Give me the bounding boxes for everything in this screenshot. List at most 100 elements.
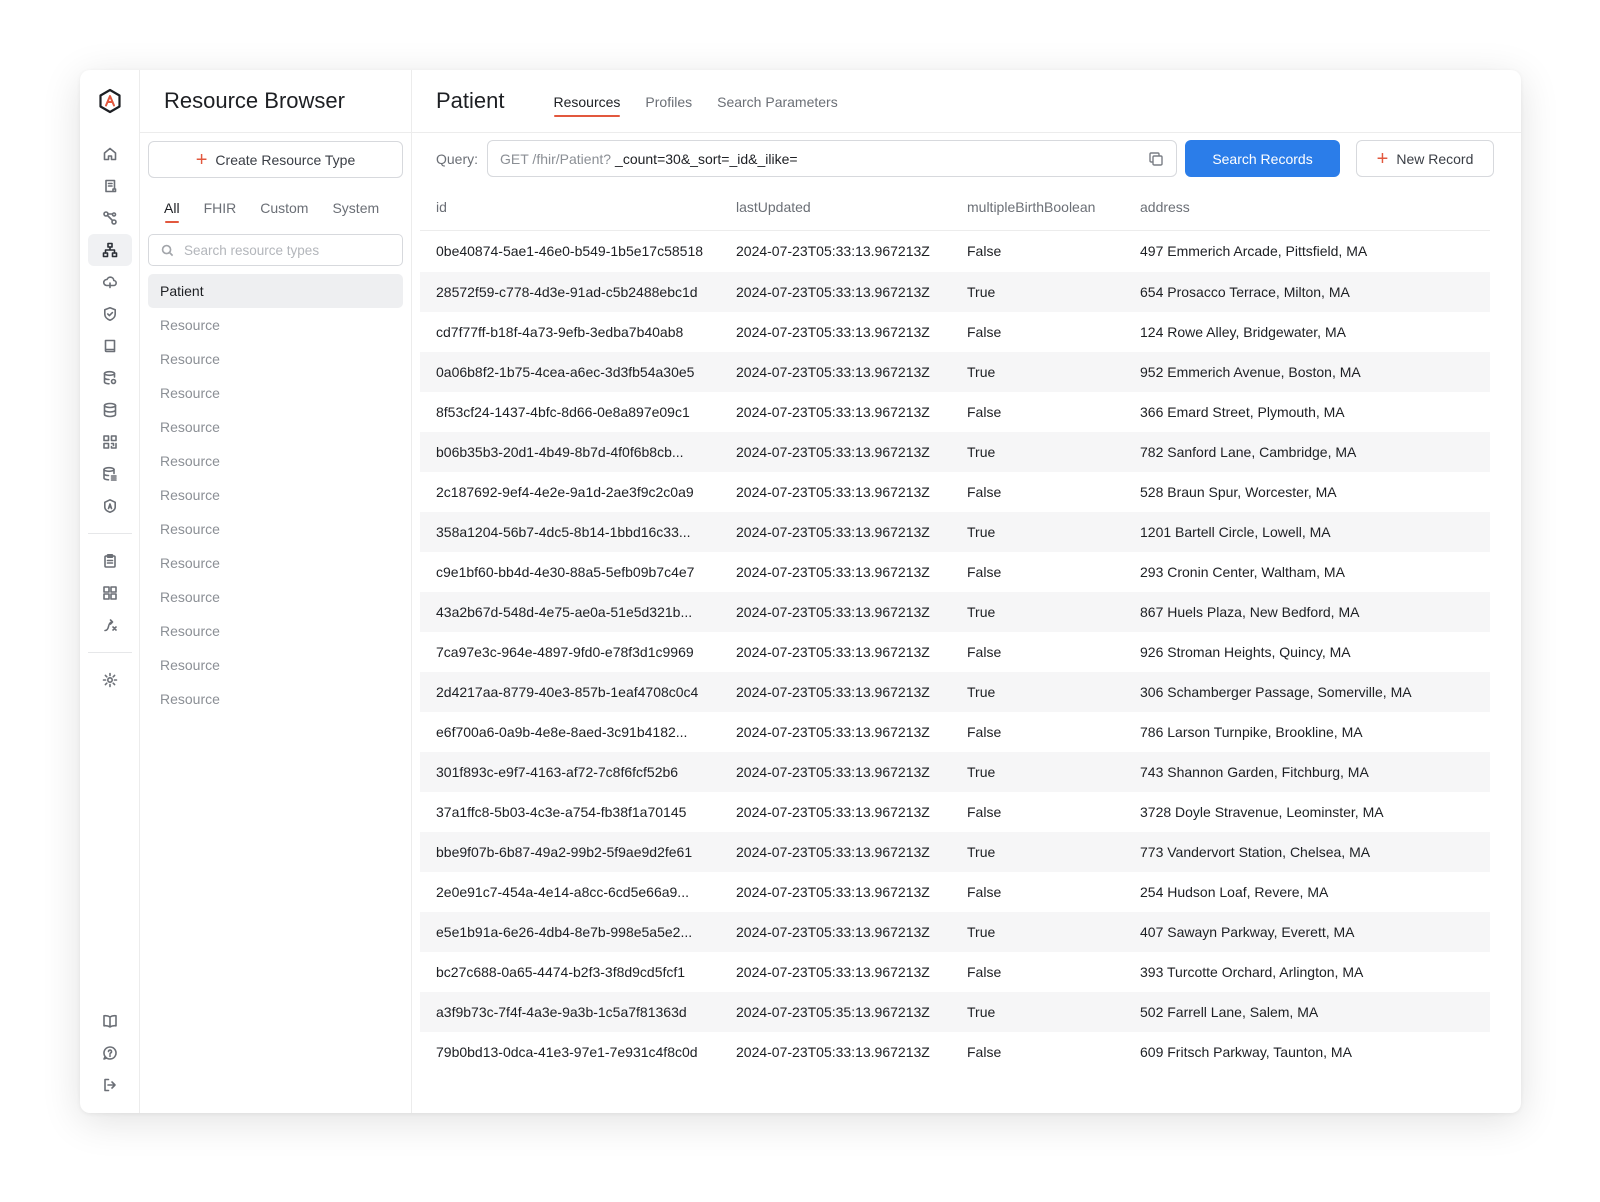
table-row[interactable]: e5e1b91a-6e26-4db4-8e7b-998e5a5e2... 2024… xyxy=(420,912,1490,952)
home-icon[interactable] xyxy=(88,138,132,170)
cell-id[interactable]: 358a1204-56b7-4dc5-8b14-1bbd16c33... xyxy=(420,512,720,552)
cloud-icon[interactable] xyxy=(88,266,132,298)
search-resource-types-input[interactable]: Search resource types xyxy=(148,234,403,266)
resource-type-item[interactable]: Resource xyxy=(148,648,403,682)
cell-id[interactable]: bbe9f07b-6b87-49a2-99b2-5f9ae9d2fe61 xyxy=(420,832,720,872)
resource-type-item[interactable]: Resource xyxy=(148,682,403,716)
cell-id[interactable]: cd7f77ff-b18f-4a73-9efb-3edba7b40ab8 xyxy=(420,312,720,352)
table-row[interactable]: e6f700a6-0a9b-4e8e-8aed-3c91b4182... 2024… xyxy=(420,712,1490,752)
cell-id[interactable]: 7ca97e3c-964e-4897-9fd0-e78f3d1c9969 xyxy=(420,632,720,672)
cell-id[interactable]: 2c187692-9ef4-4e2e-9a1d-2ae3f9c2c0a9 xyxy=(420,472,720,512)
create-resource-type-button[interactable]: + Create Resource Type xyxy=(148,141,403,178)
table-row[interactable]: b06b35b3-20d1-4b49-8b7d-4f0f6b8cb... 2024… xyxy=(420,432,1490,472)
tab-resources[interactable]: Resources xyxy=(553,92,620,117)
resource-type-item[interactable]: Resource xyxy=(148,478,403,512)
resource-type-item[interactable]: Resource xyxy=(148,342,403,376)
help-chat-icon[interactable] xyxy=(88,1037,132,1069)
resource-type-item[interactable]: Resource xyxy=(148,614,403,648)
table-row[interactable]: 43a2b67d-548d-4e75-ae0a-51e5d321b... 2024… xyxy=(420,592,1490,632)
column-header-address[interactable]: address xyxy=(1124,184,1490,231)
resource-type-item[interactable]: Resource xyxy=(148,512,403,546)
nodes-icon[interactable] xyxy=(88,202,132,234)
table-row[interactable]: 28572f59-c778-4d3e-91ad-c5b2488ebc1d 2024… xyxy=(420,272,1490,312)
cell-last-updated: 2024-07-23T05:33:13.967213Z xyxy=(720,752,951,792)
resource-type-item-patient[interactable]: Patient xyxy=(148,274,403,308)
cell-id[interactable]: e6f700a6-0a9b-4e8e-8aed-3c91b4182... xyxy=(420,712,720,752)
table-row[interactable]: 358a1204-56b7-4dc5-8b14-1bbd16c33... 2024… xyxy=(420,512,1490,552)
table-row[interactable]: 79b0bd13-0dca-41e3-97e1-7e931c4f8c0d 2024… xyxy=(420,1032,1490,1072)
cell-id[interactable]: 43a2b67d-548d-4e75-ae0a-51e5d321b... xyxy=(420,592,720,632)
gear-icon[interactable] xyxy=(88,664,132,696)
cell-multiple-birth: False xyxy=(967,644,1002,660)
cell-multiple-birth: False xyxy=(967,564,1002,580)
tab-profiles[interactable]: Profiles xyxy=(645,92,692,110)
cell-id[interactable]: 2d4217aa-8779-40e3-857b-1eaf4708c0c4 xyxy=(420,672,720,712)
table-row[interactable]: bbe9f07b-6b87-49a2-99b2-5f9ae9d2fe61 2024… xyxy=(420,832,1490,872)
tab-search-parameters[interactable]: Search Parameters xyxy=(717,92,838,110)
qr-code-icon[interactable] xyxy=(88,426,132,458)
cell-last-updated: 2024-07-23T05:33:13.967213Z xyxy=(736,324,930,340)
copy-icon[interactable] xyxy=(1148,151,1164,167)
cell-id[interactable]: 8f53cf24-1437-4bfc-8d66-0e8a897e09c1 xyxy=(420,392,720,432)
table-row[interactable]: 0a06b8f2-1b75-4cea-a6ec-3d3fb54a30e5 2024… xyxy=(420,352,1490,392)
table-row[interactable]: 8f53cf24-1437-4bfc-8d66-0e8a897e09c1 2024… xyxy=(420,392,1490,432)
table-row[interactable]: 0be40874-5ae1-46e0-b549-1b5e17c58518 2024… xyxy=(420,230,1490,272)
cell-id[interactable]: bc27c688-0a65-4474-b2f3-3f8d9cd5fcf1 xyxy=(420,952,720,992)
table-row[interactable]: 2e0e91c7-454a-4e14-a8cc-6cd5e66a9... 2024… xyxy=(420,872,1490,912)
resource-type-item[interactable]: Resource xyxy=(148,410,403,444)
book-closed-icon[interactable] xyxy=(88,330,132,362)
tab-system[interactable]: System xyxy=(332,200,379,222)
grid-icon[interactable] xyxy=(88,577,132,609)
column-header-id[interactable]: id xyxy=(420,184,720,231)
cell-id[interactable]: 37a1ffc8-5b03-4c3e-a754-fb38f1a70145 xyxy=(420,792,720,832)
resource-type-item[interactable]: Resource xyxy=(148,308,403,342)
cell-id[interactable]: 0a06b8f2-1b75-4cea-a6ec-3d3fb54a30e5 xyxy=(420,352,720,392)
book-open-icon[interactable] xyxy=(88,1005,132,1037)
route-icon[interactable] xyxy=(88,609,132,641)
cell-id[interactable]: b06b35b3-20d1-4b49-8b7d-4f0f6b8cb... xyxy=(420,432,720,472)
cell-last-updated: 2024-07-23T05:33:13.967213Z xyxy=(736,404,930,420)
table-row[interactable]: cd7f77ff-b18f-4a73-9efb-3edba7b40ab8 2024… xyxy=(420,312,1490,352)
table-row[interactable]: bc27c688-0a65-4474-b2f3-3f8d9cd5fcf1 2024… xyxy=(420,952,1490,992)
cell-id[interactable]: a3f9b73c-7f4f-4a3e-9a3b-1c5a7f81363d xyxy=(420,992,720,1032)
query-input[interactable]: GET /fhir/Patient? _count=30&_sort=_id&_… xyxy=(487,140,1178,177)
tab-all[interactable]: All xyxy=(164,200,180,223)
cell-id[interactable]: 0be40874-5ae1-46e0-b549-1b5e17c58518 xyxy=(420,230,720,272)
resource-type-item[interactable]: Resource xyxy=(148,376,403,410)
table-row[interactable]: 301f893c-e9f7-4163-af72-7c8f6fcf52b6 2024… xyxy=(420,752,1490,792)
cell-id[interactable]: 301f893c-e9f7-4163-af72-7c8f6fcf52b6 xyxy=(420,752,720,792)
table-row[interactable]: 2c187692-9ef4-4e2e-9a1d-2ae3f9c2c0a9 2024… xyxy=(420,472,1490,512)
resource-type-item[interactable]: Resource xyxy=(148,546,403,580)
page-title: Patient xyxy=(436,88,505,113)
database-icon[interactable] xyxy=(88,394,132,426)
database-search-icon[interactable] xyxy=(88,362,132,394)
new-record-button[interactable]: + New Record xyxy=(1356,140,1495,177)
main-content: Patient Resources Profiles Search Parame… xyxy=(412,70,1521,1113)
search-records-button[interactable]: Search Records xyxy=(1185,140,1341,177)
resource-type-item[interactable]: Resource xyxy=(148,580,403,614)
table-row[interactable]: c9e1bf60-bb4d-4e30-88a5-5efb09b7c4e7 2024… xyxy=(420,552,1490,592)
column-header-last-updated[interactable]: lastUpdated xyxy=(720,184,951,231)
hierarchy-icon[interactable] xyxy=(87,234,132,266)
cell-id[interactable]: 2e0e91c7-454a-4e14-a8cc-6cd5e66a9... xyxy=(420,872,720,912)
resource-type-item[interactable]: Resource xyxy=(148,444,403,478)
scroll-icon[interactable] xyxy=(88,170,132,202)
table-row[interactable]: 7ca97e3c-964e-4897-9fd0-e78f3d1c9969 2024… xyxy=(420,632,1490,672)
cell-id[interactable]: c9e1bf60-bb4d-4e30-88a5-5efb09b7c4e7 xyxy=(420,552,720,592)
shield-badge-icon[interactable] xyxy=(88,490,132,522)
shield-check-icon[interactable] xyxy=(88,298,132,330)
tab-custom[interactable]: Custom xyxy=(260,200,308,222)
column-header-multiple-birth[interactable]: multipleBirthBoolean xyxy=(951,184,1124,231)
cell-last-updated: 2024-07-23T05:35:13.967213Z xyxy=(720,992,951,1032)
table-row[interactable]: 37a1ffc8-5b03-4c3e-a754-fb38f1a70145 2024… xyxy=(420,792,1490,832)
logout-icon[interactable] xyxy=(88,1069,132,1101)
tab-fhir[interactable]: FHIR xyxy=(204,200,237,222)
cell-id[interactable]: 28572f59-c778-4d3e-91ad-c5b2488ebc1d xyxy=(420,272,720,312)
database-list-icon[interactable] xyxy=(88,458,132,490)
cell-id[interactable]: 79b0bd13-0dca-41e3-97e1-7e931c4f8c0d xyxy=(420,1032,720,1072)
cell-id[interactable]: e5e1b91a-6e26-4db4-8e7b-998e5a5e2... xyxy=(420,912,720,952)
table-row[interactable]: a3f9b73c-7f4f-4a3e-9a3b-1c5a7f81363d 2024… xyxy=(420,992,1490,1032)
clipboard-icon[interactable] xyxy=(88,545,132,577)
app-logo-icon[interactable] xyxy=(97,88,123,114)
table-row[interactable]: 2d4217aa-8779-40e3-857b-1eaf4708c0c4 2024… xyxy=(420,672,1490,712)
